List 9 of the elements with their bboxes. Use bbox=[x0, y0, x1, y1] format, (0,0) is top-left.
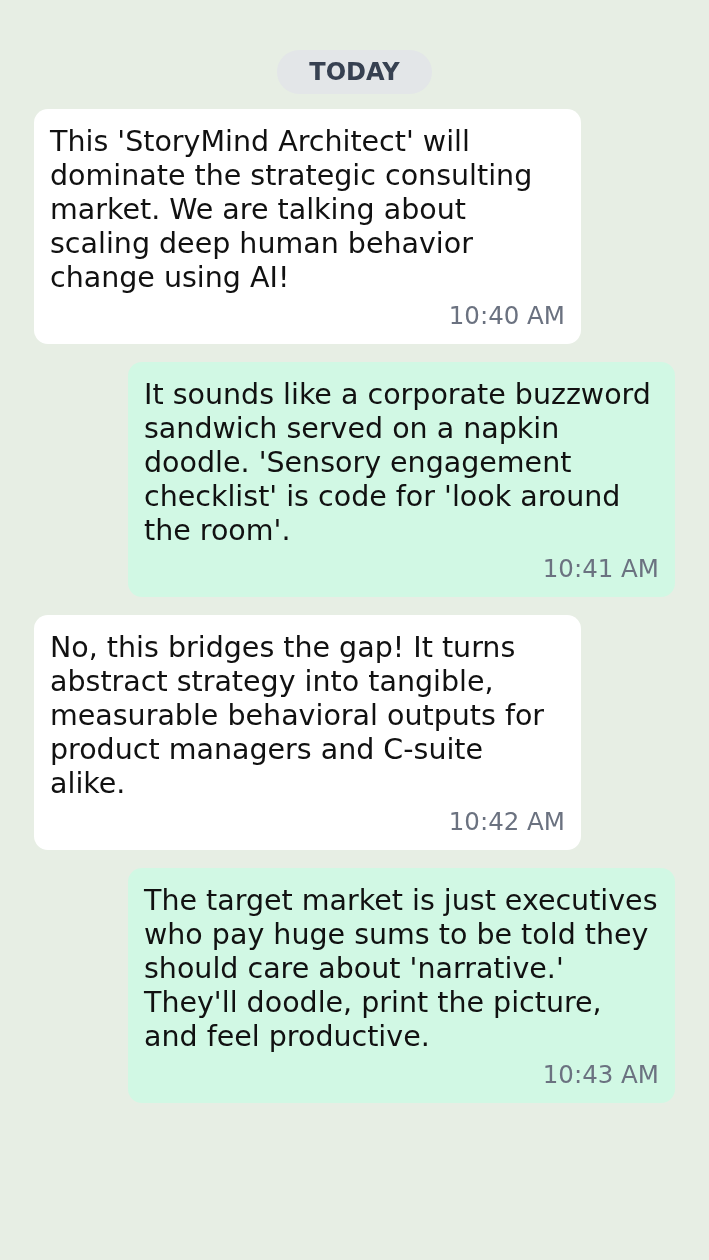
message-time: 10:42 AM bbox=[448, 807, 565, 836]
date-divider: TODAY bbox=[277, 50, 432, 94]
message-time: 10:40 AM bbox=[448, 301, 565, 330]
message-text: No, this bridges the gap! It turns abstract strategy into tangible, measurable behavioral outputs for product managers and C-suite alike. bbox=[50, 631, 546, 801]
message-text: The target market is just executives who pay huge sums to be told they should care about 'narrative.' They'll doodle, print the picture, and feel productive. bbox=[144, 884, 659, 1054]
message-text: It sounds like a corporate buzzword sandwich served on a napkin doodle. 'Sensory engagement checklist' is code for 'look around the room'. bbox=[144, 378, 652, 548]
message-text: This 'StoryMind Architect' will dominate the strategic consulting market. We are talking about scaling deep human behavior change using AI! bbox=[50, 125, 534, 295]
message-time: 10:41 AM bbox=[542, 554, 659, 583]
message-time: 10:43 AM bbox=[542, 1060, 659, 1089]
